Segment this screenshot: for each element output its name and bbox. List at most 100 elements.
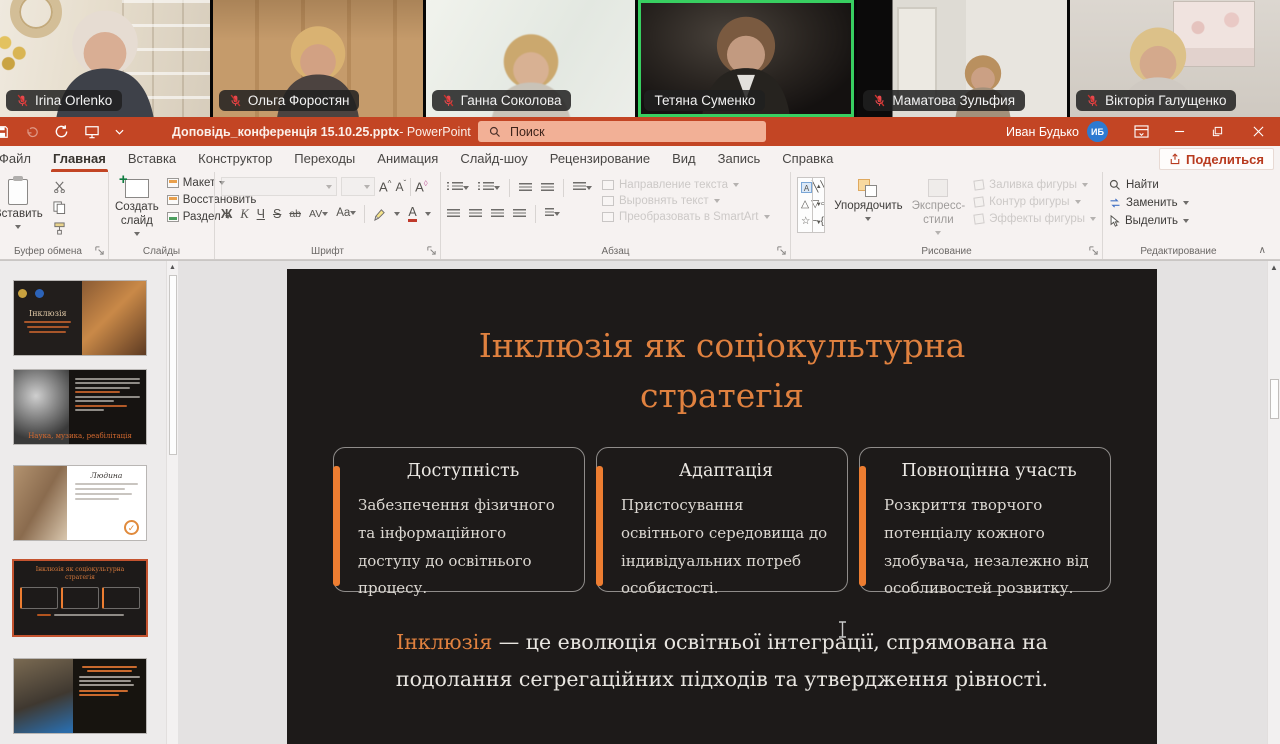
dialog-launcher-icon[interactable]	[94, 245, 105, 256]
restore-button[interactable]	[1198, 117, 1236, 146]
align-text-button[interactable]: Выровнять текст	[602, 195, 770, 207]
slide-title[interactable]: Інклюзія як соціокультурна стратегія	[442, 321, 1002, 420]
align-right-button[interactable]	[491, 209, 504, 219]
slide-editor[interactable]: Інклюзія як соціокультурна стратегія Дос…	[287, 269, 1157, 744]
bullet-list-icon	[447, 182, 463, 192]
strikethrough-button[interactable]: S	[273, 208, 281, 221]
text-box-shape-icon[interactable]: A	[801, 182, 812, 193]
card-full-participation[interactable]: Повноцінна участь Розкриття творчого пот…	[859, 447, 1111, 592]
start-slideshow-icon[interactable]	[84, 125, 100, 139]
slide-footer-text[interactable]: Інклюзія — це еволюція освітньої інтегра…	[342, 624, 1102, 698]
highlight-color-button[interactable]	[373, 208, 386, 221]
dialog-launcher-icon[interactable]	[776, 245, 787, 256]
participant-tile[interactable]: Вікторія Галущенко	[1070, 0, 1280, 117]
participant-tile-active-speaker[interactable]: Тетяна Суменко	[638, 0, 854, 117]
participant-tile[interactable]: Irina Orlenko	[0, 0, 210, 117]
shape-format-buttons: Заливка фигуры Контур фигуры Эффекты фиг…	[974, 177, 1096, 243]
cut-icon[interactable]	[53, 181, 66, 193]
line-spacing-button[interactable]	[573, 179, 592, 197]
save-icon[interactable]	[0, 125, 9, 139]
scrollbar-thumb[interactable]	[1270, 379, 1279, 419]
user-avatar[interactable]: ИБ	[1087, 121, 1108, 142]
tab-animations[interactable]: Анимация	[366, 146, 449, 172]
decrease-indent-icon[interactable]	[519, 183, 532, 193]
grow-font-button[interactable]: A^	[379, 180, 391, 193]
card-adaptation[interactable]: Адаптація Пристосування освітнього серед…	[596, 447, 848, 592]
tab-view[interactable]: Вид	[661, 146, 707, 172]
replace-button[interactable]: Заменить	[1109, 197, 1248, 209]
chevron-down-icon	[554, 212, 560, 216]
tab-design[interactable]: Конструктор	[187, 146, 283, 172]
slide-thumbnail-1[interactable]: Інклюзія	[14, 281, 146, 355]
align-left-button[interactable]	[447, 209, 460, 219]
slide-thumbnail-4-selected[interactable]: Інклюзія як соціокультурна стратегія	[14, 561, 146, 635]
scroll-up-arrow-icon[interactable]: ▲	[1268, 261, 1280, 275]
convert-smartart-button[interactable]: Преобразовать в SmartArt	[602, 211, 770, 223]
participant-tile[interactable]: Ольга Форостян	[213, 0, 423, 117]
copy-icon[interactable]	[53, 201, 66, 214]
thumbnail-panel-scrollbar[interactable]: ▲	[166, 261, 178, 744]
slide-thumbnail-5[interactable]	[14, 659, 146, 733]
scroll-up-arrow-icon[interactable]: ▲	[167, 261, 178, 274]
justify-button[interactable]	[513, 209, 526, 219]
numbering-button[interactable]	[478, 179, 500, 197]
search-box[interactable]: Поиск	[478, 121, 766, 142]
font-row-1: A^ Aˇ A◊	[221, 177, 434, 196]
select-button[interactable]: Выделить	[1109, 215, 1248, 227]
slide-thumbnail-3[interactable]: Людина ✓	[14, 466, 146, 540]
text-direction-button[interactable]: Направление текста	[602, 179, 770, 191]
tab-help[interactable]: Справка	[771, 146, 844, 172]
card-accessibility[interactable]: Доступність Забезпечення фізичного та ін…	[333, 447, 585, 592]
increase-indent-icon[interactable]	[541, 183, 554, 193]
bold-button[interactable]: Ж	[221, 208, 232, 221]
undo-icon[interactable]	[24, 125, 39, 139]
chevron-down-icon	[733, 183, 739, 187]
italic-button[interactable]: К	[240, 208, 248, 221]
tab-review[interactable]: Рецензирование	[539, 146, 661, 172]
ribbon-display-options-button[interactable]	[1122, 117, 1160, 146]
character-spacing-button[interactable]: AV	[309, 209, 328, 220]
search-placeholder: Поиск	[510, 125, 545, 139]
shrink-font-button[interactable]: Aˇ	[395, 180, 406, 193]
redo-icon[interactable]	[54, 124, 69, 139]
collapse-ribbon-icon[interactable]: ∧	[1259, 245, 1266, 256]
paste-button[interactable]: Вставить	[0, 177, 43, 243]
underline-button[interactable]: Ч	[257, 208, 265, 221]
shape-outline-button[interactable]: Контур фигуры	[974, 196, 1096, 208]
columns-button[interactable]	[545, 205, 560, 223]
scrollbar-thumb[interactable]	[169, 275, 177, 455]
font-color-button[interactable]: A	[408, 206, 416, 223]
format-painter-icon[interactable]	[53, 222, 66, 235]
shapes-gallery[interactable]: A╲╲□○▭ △▽⇨⌂ ☆~{ } ▲▼▼	[797, 177, 825, 233]
tab-record[interactable]: Запись	[707, 146, 772, 172]
shape-fill-button[interactable]: Заливка фигуры	[974, 179, 1096, 191]
customize-qat-chevron-icon[interactable]	[115, 129, 124, 135]
quick-styles-button[interactable]: Экспресс-стили	[912, 177, 966, 243]
change-case-button[interactable]: Aa	[336, 208, 356, 220]
participant-tile[interactable]: Маматова Зульфия	[857, 0, 1067, 117]
shape-effects-button[interactable]: Эффекты фигуры	[974, 213, 1096, 225]
tab-insert[interactable]: Вставка	[117, 146, 187, 172]
subscript-button[interactable]: ab	[289, 209, 301, 220]
font-size-combo[interactable]	[341, 177, 375, 196]
tab-home[interactable]: Главная	[42, 146, 117, 172]
canvas-scrollbar[interactable]: ▲	[1267, 261, 1280, 744]
dialog-launcher-icon[interactable]	[1088, 245, 1099, 256]
find-button[interactable]: Найти	[1109, 179, 1248, 191]
arrange-button[interactable]: Упорядочить	[834, 177, 902, 243]
shapes-gallery-scroll[interactable]: ▲▼▼	[812, 178, 824, 232]
dialog-launcher-icon[interactable]	[426, 245, 437, 256]
participant-tile[interactable]: Ганна Соколова	[426, 0, 636, 117]
tab-file[interactable]: Файл	[0, 146, 42, 172]
bullets-button[interactable]	[447, 179, 469, 197]
tab-transitions[interactable]: Переходы	[283, 146, 366, 172]
minimize-button[interactable]	[1160, 117, 1198, 146]
font-name-combo[interactable]	[221, 177, 337, 196]
new-slide-button[interactable]: Создать слайд	[115, 177, 159, 243]
share-button[interactable]: Поделиться	[1159, 148, 1274, 170]
tab-slideshow[interactable]: Слайд-шоу	[449, 146, 538, 172]
close-button[interactable]	[1236, 117, 1280, 146]
clear-formatting-button[interactable]: A◊	[415, 180, 428, 193]
align-center-button[interactable]	[469, 209, 482, 219]
slide-thumbnail-2[interactable]: Наука, музика, реабілітація	[14, 370, 146, 444]
